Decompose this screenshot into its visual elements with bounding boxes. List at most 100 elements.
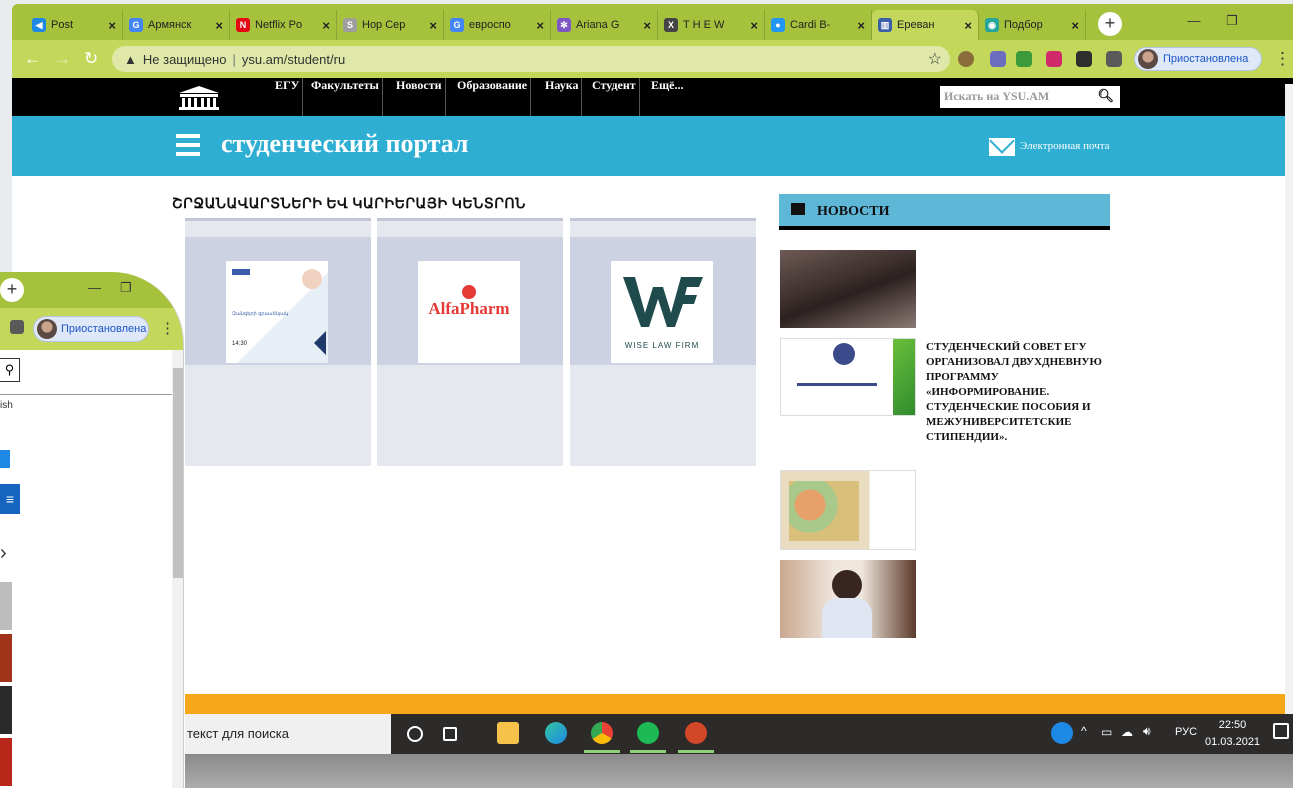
browser-tab[interactable]: Gевроспо × [444,10,551,40]
browser-tab[interactable]: ● Cardi B- × [765,10,872,40]
reading-list-icon[interactable] [1106,51,1122,67]
browser-tab[interactable]: S Нор Сер × [337,10,444,40]
mail-icon[interactable] [989,138,1015,156]
nav-item-education[interactable]: Образование [457,78,532,116]
avatar [37,319,57,339]
notifications-icon[interactable] [1273,723,1289,739]
clock[interactable]: 22:50 01.03.2021 [1205,717,1260,751]
news-thumbnail[interactable] [780,560,916,638]
cloud-icon[interactable]: ☁ [1121,725,1133,739]
tab-close-icon[interactable]: × [1071,18,1079,33]
browser-tab[interactable]: X T H E W × [658,10,765,40]
chrome-active-indicator [584,750,620,753]
tab-close-icon[interactable]: × [108,18,116,33]
search-icon[interactable]: 🔍︎ [1097,88,1114,104]
secondary-menu-kebab-icon[interactable]: ⋮ [160,319,175,337]
cortana-icon[interactable] [407,726,423,742]
partner-card-alfapharm[interactable]: AlfaPharm [377,218,563,466]
tab-label: Армянск [148,19,192,31]
address-bar[interactable]: ▲ Не защищено | ysu.am/student/ru ☆ [112,46,950,72]
tab-label: евроспо [469,19,511,31]
nav-item-ysu[interactable]: ЕГУ [275,78,304,116]
tab-close-icon[interactable]: × [964,18,972,33]
tab-close-icon[interactable]: × [643,18,651,33]
secondary-thumbnail[interactable] [0,582,12,630]
reload-icon[interactable]: ↻ [84,49,98,69]
secondary-blue-button[interactable] [0,450,10,468]
secondary-menu-icon[interactable]: ≡ [0,484,20,514]
chrome-icon[interactable] [591,722,613,744]
partner-card-poster[interactable]: Զանգերի գրասենյակ 14:30 [185,218,371,466]
email-link[interactable]: Электронная почта [1020,140,1110,152]
taskbar-search[interactable]: текст для поиска [185,714,391,754]
extension-avatar-icon[interactable] [958,51,974,67]
tab-close-icon[interactable]: × [215,18,223,33]
browser-tab[interactable]: ✻ Ariana G × [551,10,658,40]
reading-list-icon[interactable] [10,320,24,334]
language-indicator[interactable]: РУС [1175,726,1197,738]
browser-tab[interactable]: G Армянск × [123,10,230,40]
chevron-right-icon[interactable]: › [0,542,7,565]
hamburger-menu-icon[interactable] [176,134,200,161]
help-icon[interactable] [1051,722,1073,744]
alfapharm-logo[interactable]: AlfaPharm [418,261,520,363]
secondary-minimize-button[interactable]: — [88,280,101,295]
extensions-puzzle-icon[interactable] [1076,51,1092,67]
page-scrollbar[interactable] [1285,84,1293,714]
nav-item-student[interactable]: Студент [592,78,640,116]
secondary-scroll-thumb[interactable] [173,368,183,578]
secondary-thumbnail[interactable] [0,634,12,682]
restore-button[interactable]: ❐ [1216,8,1248,34]
tab-close-icon[interactable]: × [536,18,544,33]
bookmark-star-icon[interactable]: ☆ [928,49,942,69]
ysu-logo-icon[interactable] [175,84,223,110]
partner-card-wiselaw[interactable]: WISE LAW FIRM [570,218,756,466]
tab-close-icon[interactable]: × [750,18,758,33]
file-explorer-icon[interactable] [497,722,519,744]
secondary-restore-button[interactable]: ❐ [120,280,132,296]
nav-item-science[interactable]: Наука [545,78,583,116]
secondary-scrollbar[interactable] [172,350,183,788]
tab-close-icon[interactable]: × [857,18,865,33]
secondary-thumbnail[interactable] [0,686,12,734]
menu-kebab-icon[interactable]: ⋮ [1274,49,1291,69]
news-thumbnail[interactable] [780,470,916,550]
extension-leaf-icon[interactable] [1016,51,1032,67]
secondary-thumbnail[interactable] [0,738,12,786]
edge-icon[interactable] [545,722,567,744]
tab-close-icon[interactable]: × [429,18,437,33]
extension-pen-icon[interactable] [990,51,1006,67]
back-icon[interactable]: ← [24,49,41,69]
news-thumbnail[interactable] [780,250,916,328]
task-view-icon[interactable] [443,727,457,741]
network-icon[interactable]: ▭ [1101,725,1112,739]
chevron-up-icon[interactable]: ^ [1081,724,1087,738]
poster-image[interactable]: Զանգերի գրասենյակ 14:30 [226,261,328,363]
spotify-icon[interactable] [637,722,659,744]
browser-tab[interactable]: ▥ Ереван × [872,10,979,40]
browser-tab[interactable]: ◉ Подбор × [979,10,1086,40]
wiselaw-logo[interactable]: WISE LAW FIRM [611,261,713,363]
poster-arrow-icon [314,331,326,355]
secondary-search-icon[interactable]: ⚲ [0,358,20,382]
tab-favicon-icon: ✻ [557,18,571,32]
nav-item-news[interactable]: Новости [396,78,446,116]
secondary-new-tab-button[interactable]: + [0,278,24,302]
nav-item-faculties[interactable]: Факультеты [311,78,383,116]
minimize-button[interactable]: — [1178,8,1210,34]
forward-icon[interactable]: → [54,49,71,69]
browser-tab[interactable]: ◀ Post × [26,10,123,40]
secondary-profile-button[interactable]: Приостановлена [33,316,149,342]
volume-icon[interactable]: 🔊︎ [1143,724,1151,739]
extension-shield-icon[interactable] [1046,51,1062,67]
tab-close-icon[interactable]: × [322,18,330,33]
news-headline[interactable]: Студенческий совет ЕГУ организовал двухд… [926,340,1118,445]
profile-button[interactable]: Приостановлена [1134,47,1262,71]
browser-tab[interactable]: N Netflix Po × [230,10,337,40]
new-tab-button[interactable]: + [1098,12,1122,36]
powerpoint-icon[interactable] [685,722,707,744]
site-search-input[interactable]: Искать на YSU.AM 🔍︎ [940,86,1120,108]
nav-item-more[interactable]: Ещё... [651,78,686,116]
language-link[interactable]: ish [0,400,13,411]
news-thumbnail[interactable] [780,338,916,416]
